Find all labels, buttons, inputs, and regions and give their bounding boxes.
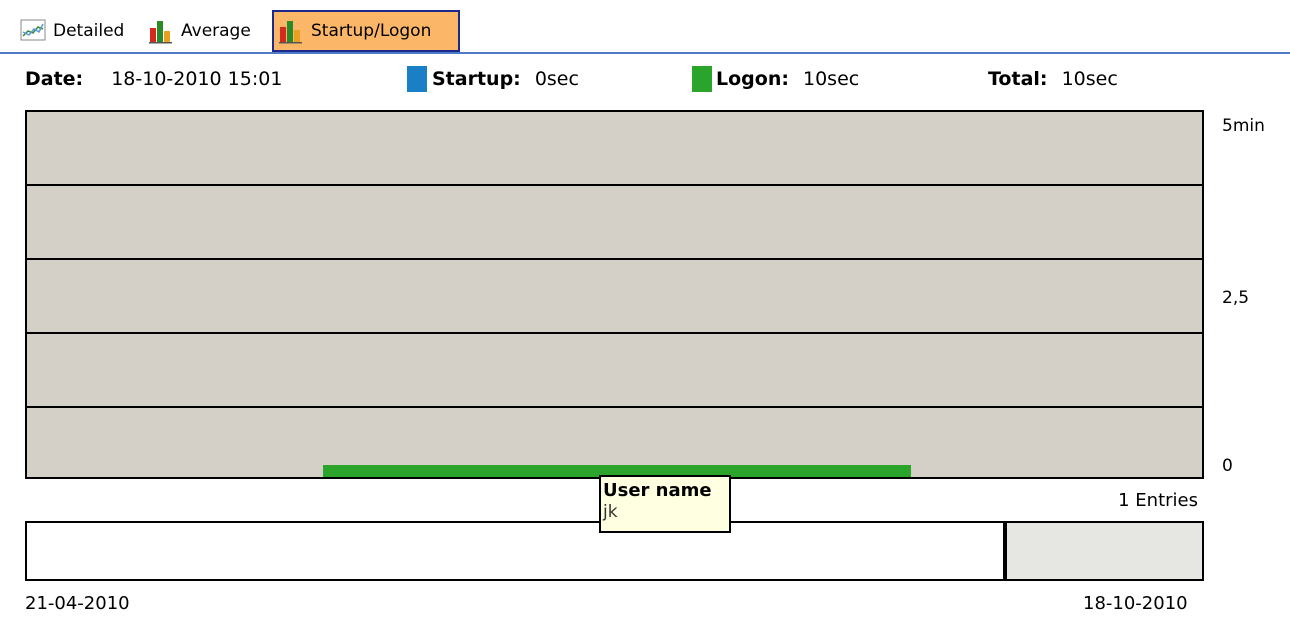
startup-field: Startup: 0sec <box>432 68 579 90</box>
logon-value: 10sec <box>803 68 860 90</box>
tab-detailed-label: Detailed <box>53 21 125 41</box>
y-tick-max: 5min <box>1222 116 1265 136</box>
y-tick-zero: 0 <box>1222 456 1233 476</box>
view-tab-bar: Detailed Average Startup/Logon <box>0 0 1290 54</box>
line-chart-icon <box>20 18 48 44</box>
startup-logon-chart <box>25 110 1204 479</box>
toolbar-divider <box>0 52 1290 54</box>
date-field: Date: 18-10-2010 15:01 <box>25 68 282 90</box>
tab-detailed[interactable]: Detailed <box>20 10 124 52</box>
tab-average[interactable]: Average <box>148 10 251 52</box>
gridline <box>27 406 1202 408</box>
date-value: 18-10-2010 15:01 <box>111 68 283 90</box>
logon-field: Logon: 10sec <box>716 68 859 90</box>
range-handle[interactable] <box>1003 523 1007 579</box>
y-tick-mid: 2,5 <box>1222 288 1250 308</box>
total-label: Total: <box>988 68 1048 90</box>
tooltip-value: jk <box>603 502 618 522</box>
range-unselected-area[interactable] <box>1007 523 1202 579</box>
tooltip: User name jk <box>599 475 731 533</box>
range-end-date: 18-10-2010 <box>1083 593 1188 614</box>
bar-chart-icon <box>148 18 176 44</box>
total-field: Total: 10sec <box>988 68 1118 90</box>
range-start-date: 21-04-2010 <box>25 593 130 614</box>
tab-average-label: Average <box>181 21 251 41</box>
logon-legend-swatch <box>692 66 712 92</box>
startup-legend-swatch <box>407 66 427 92</box>
startup-label: Startup: <box>432 68 521 90</box>
tab-startup-logon[interactable]: Startup/Logon <box>272 10 460 52</box>
gridline <box>27 258 1202 260</box>
total-value: 10sec <box>1061 68 1118 90</box>
date-label: Date: <box>25 68 84 90</box>
tooltip-title: User name <box>603 480 712 501</box>
startup-value: 0sec <box>534 68 579 90</box>
gridline <box>27 184 1202 186</box>
entries-count: 1 Entries <box>1118 490 1198 511</box>
bar-chart-icon <box>278 18 306 44</box>
logon-label: Logon: <box>716 68 789 90</box>
tab-startup-logon-label: Startup/Logon <box>311 21 432 41</box>
gridline <box>27 332 1202 334</box>
